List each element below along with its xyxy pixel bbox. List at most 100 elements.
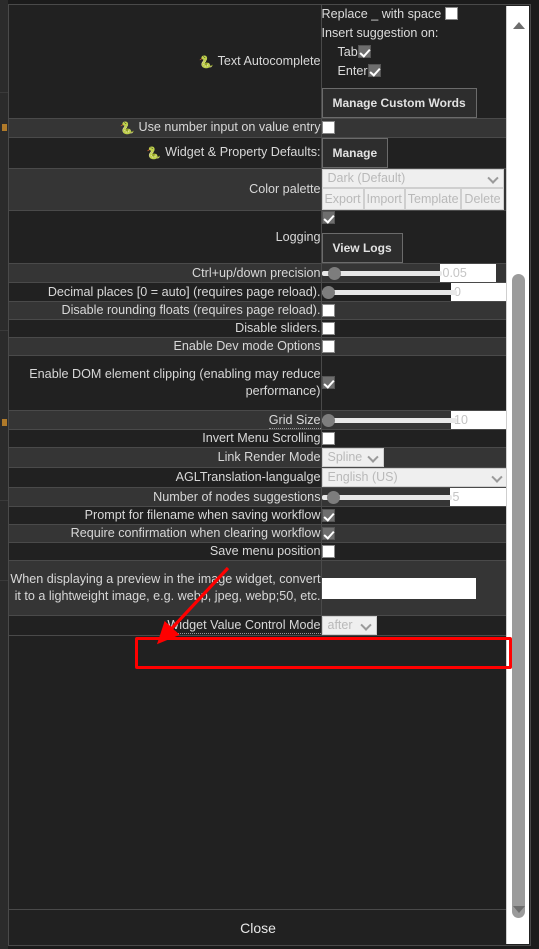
row-control-enable-dev-mode bbox=[321, 337, 507, 356]
table-row: Enable Dev mode Options bbox=[9, 337, 507, 356]
table-row: Prompt for filename when saving workflow bbox=[9, 506, 507, 525]
row-control-require-confirmation-clearing bbox=[321, 524, 507, 543]
gutter-marker bbox=[2, 124, 7, 131]
table-row: When displaying a preview in the image w… bbox=[9, 560, 507, 616]
row-label-color-palette: Color palette bbox=[9, 168, 322, 211]
snake-icon: 🐍 bbox=[198, 54, 214, 69]
grid-size-slider[interactable] bbox=[321, 413, 457, 427]
palette-delete-button[interactable]: Delete bbox=[461, 188, 504, 210]
prompt-filename-checkbox[interactable] bbox=[321, 508, 335, 522]
snake-icon: 🐍 bbox=[146, 146, 162, 160]
ctrl-precision-slider[interactable] bbox=[321, 266, 442, 280]
view-logs-wrap: View Logs bbox=[321, 233, 508, 263]
table-row: Widget Value Control Mode after bbox=[9, 615, 507, 636]
replace-underscore-checkbox[interactable] bbox=[444, 7, 458, 20]
row-label-text-autocomplete: 🐍 Text Autocomplete bbox=[9, 5, 322, 119]
ctrl-precision-value-input[interactable] bbox=[439, 264, 496, 282]
label-text: Number of nodes suggestions bbox=[153, 489, 321, 504]
row-control-invert-menu-scrolling bbox=[321, 429, 507, 448]
row-control-disable-sliders bbox=[321, 319, 507, 338]
row-label-disable-rounding-floats: Disable rounding floats (requires page r… bbox=[9, 301, 322, 320]
slider-thumb[interactable] bbox=[327, 266, 341, 280]
palette-template-button[interactable]: Template bbox=[404, 188, 462, 210]
label-text: Color palette bbox=[249, 182, 321, 196]
replace-underscore-label: Replace _ with space bbox=[321, 7, 442, 21]
table-row: 🐍 Use number input on value entry bbox=[9, 118, 507, 138]
preview-lightweight-image-input[interactable] bbox=[321, 577, 476, 599]
gutter-divider bbox=[0, 92, 8, 93]
row-control-logging: View Logs bbox=[321, 210, 508, 264]
table-row: 🐍 Text Autocomplete Replace _ with space … bbox=[9, 5, 507, 119]
slider-track bbox=[321, 494, 452, 500]
widget-value-control-mode-selected-value: after bbox=[327, 618, 353, 632]
use-number-input-checkbox[interactable] bbox=[321, 121, 335, 134]
triangle-up-icon bbox=[512, 21, 525, 29]
scrollbar-thumb[interactable] bbox=[512, 274, 525, 918]
grid-size-value-input[interactable] bbox=[451, 411, 507, 429]
row-control-save-menu-position bbox=[321, 542, 507, 561]
save-menu-position-checkbox[interactable] bbox=[321, 544, 335, 558]
logging-checkbox-wrap bbox=[321, 211, 508, 225]
vertical-scrollbar[interactable] bbox=[506, 6, 529, 944]
label-text: Require confirmation when clearing workf… bbox=[70, 526, 321, 540]
color-palette-select[interactable]: Dark (Default) bbox=[321, 169, 504, 188]
row-control-text-autocomplete: Replace _ with space Insert suggestion o… bbox=[321, 5, 507, 119]
enter-checkbox[interactable] bbox=[367, 64, 381, 77]
settings-scroll-area: 🐍 Text Autocomplete Replace _ with space … bbox=[9, 5, 530, 909]
agl-translation-language-select[interactable]: English (US) bbox=[321, 468, 508, 487]
decimal-places-slider[interactable] bbox=[321, 285, 457, 299]
label-text: Ctrl+up/down precision bbox=[192, 265, 321, 280]
table-row: 🐍 Widget & Property Defaults: Manage bbox=[9, 137, 507, 169]
manage-custom-words-button[interactable]: Manage Custom Words bbox=[321, 88, 477, 118]
row-control-prompt-filename-saving bbox=[321, 506, 507, 525]
table-row-agl-translation: AGLTranslation-langualge English (US) bbox=[9, 467, 508, 488]
page-background-gutter bbox=[0, 0, 8, 949]
settings-dialog: 🐍 Text Autocomplete Replace _ with space … bbox=[8, 4, 531, 946]
row-control-use-number-input bbox=[321, 118, 507, 138]
row-label-save-menu-position: Save menu position bbox=[9, 542, 322, 561]
link-render-mode-select[interactable]: Spline bbox=[321, 448, 384, 467]
require-confirmation-checkbox[interactable] bbox=[321, 526, 335, 540]
slider-thumb[interactable] bbox=[326, 490, 340, 504]
gutter-divider bbox=[0, 580, 8, 581]
palette-export-button[interactable]: Export bbox=[321, 188, 364, 210]
disable-sliders-checkbox[interactable] bbox=[321, 321, 335, 335]
invert-menu-scrolling-checkbox[interactable] bbox=[321, 431, 335, 445]
row-label-widget-value-control-mode: Widget Value Control Mode bbox=[9, 615, 322, 636]
row-label-enable-dev-mode: Enable Dev mode Options bbox=[9, 337, 322, 356]
row-control-disable-rounding-floats bbox=[321, 301, 507, 320]
row-label-decimal-places: Decimal places [0 = auto] (requires page… bbox=[9, 282, 322, 302]
enable-dev-mode-checkbox[interactable] bbox=[321, 339, 335, 353]
slider-thumb[interactable] bbox=[321, 413, 335, 427]
row-control-agl-translation-language: English (US) bbox=[321, 467, 508, 488]
label-text: Grid Size bbox=[268, 412, 321, 429]
close-button[interactable]: Close bbox=[9, 909, 507, 945]
label-text: Widget & Property Defaults: bbox=[165, 145, 321, 159]
slider-thumb[interactable] bbox=[321, 285, 335, 299]
ctrl-precision-slider-row bbox=[321, 264, 508, 282]
enter-label: Enter bbox=[337, 64, 368, 78]
row-label-require-confirmation-clearing: Require confirmation when clearing workf… bbox=[9, 524, 322, 543]
disable-rounding-floats-checkbox[interactable] bbox=[321, 303, 335, 317]
settings-dialog-screen: 🐍 Text Autocomplete Replace _ with space … bbox=[0, 0, 539, 949]
tab-checkbox[interactable] bbox=[357, 45, 371, 58]
scrollbar-down-arrow[interactable] bbox=[507, 900, 530, 918]
label-text: Prompt for filename when saving workflow bbox=[84, 508, 321, 522]
row-label-logging: Logging bbox=[9, 210, 322, 264]
scrollbar-up-arrow[interactable] bbox=[507, 16, 530, 34]
palette-import-button[interactable]: Import bbox=[363, 188, 405, 210]
manage-custom-words-wrap: Manage Custom Words bbox=[321, 88, 508, 118]
enable-dom-clipping-checkbox[interactable] bbox=[321, 376, 335, 389]
widget-value-control-mode-select[interactable]: after bbox=[321, 616, 377, 635]
logging-checkbox[interactable] bbox=[321, 211, 335, 224]
nodes-suggestions-value-input[interactable] bbox=[449, 488, 506, 506]
enter-option-line: Enter bbox=[322, 62, 508, 81]
snake-icon: 🐍 bbox=[119, 121, 135, 135]
decimal-places-value-input[interactable] bbox=[451, 283, 507, 301]
table-row: Disable rounding floats (requires page r… bbox=[9, 301, 507, 320]
manage-defaults-button[interactable]: Manage bbox=[321, 138, 389, 168]
nodes-suggestions-slider[interactable] bbox=[321, 490, 452, 504]
row-label-link-render-mode: Link Render Mode bbox=[9, 447, 322, 468]
row-control-widget-property-defaults: Manage bbox=[321, 137, 507, 169]
view-logs-button[interactable]: View Logs bbox=[321, 233, 403, 263]
